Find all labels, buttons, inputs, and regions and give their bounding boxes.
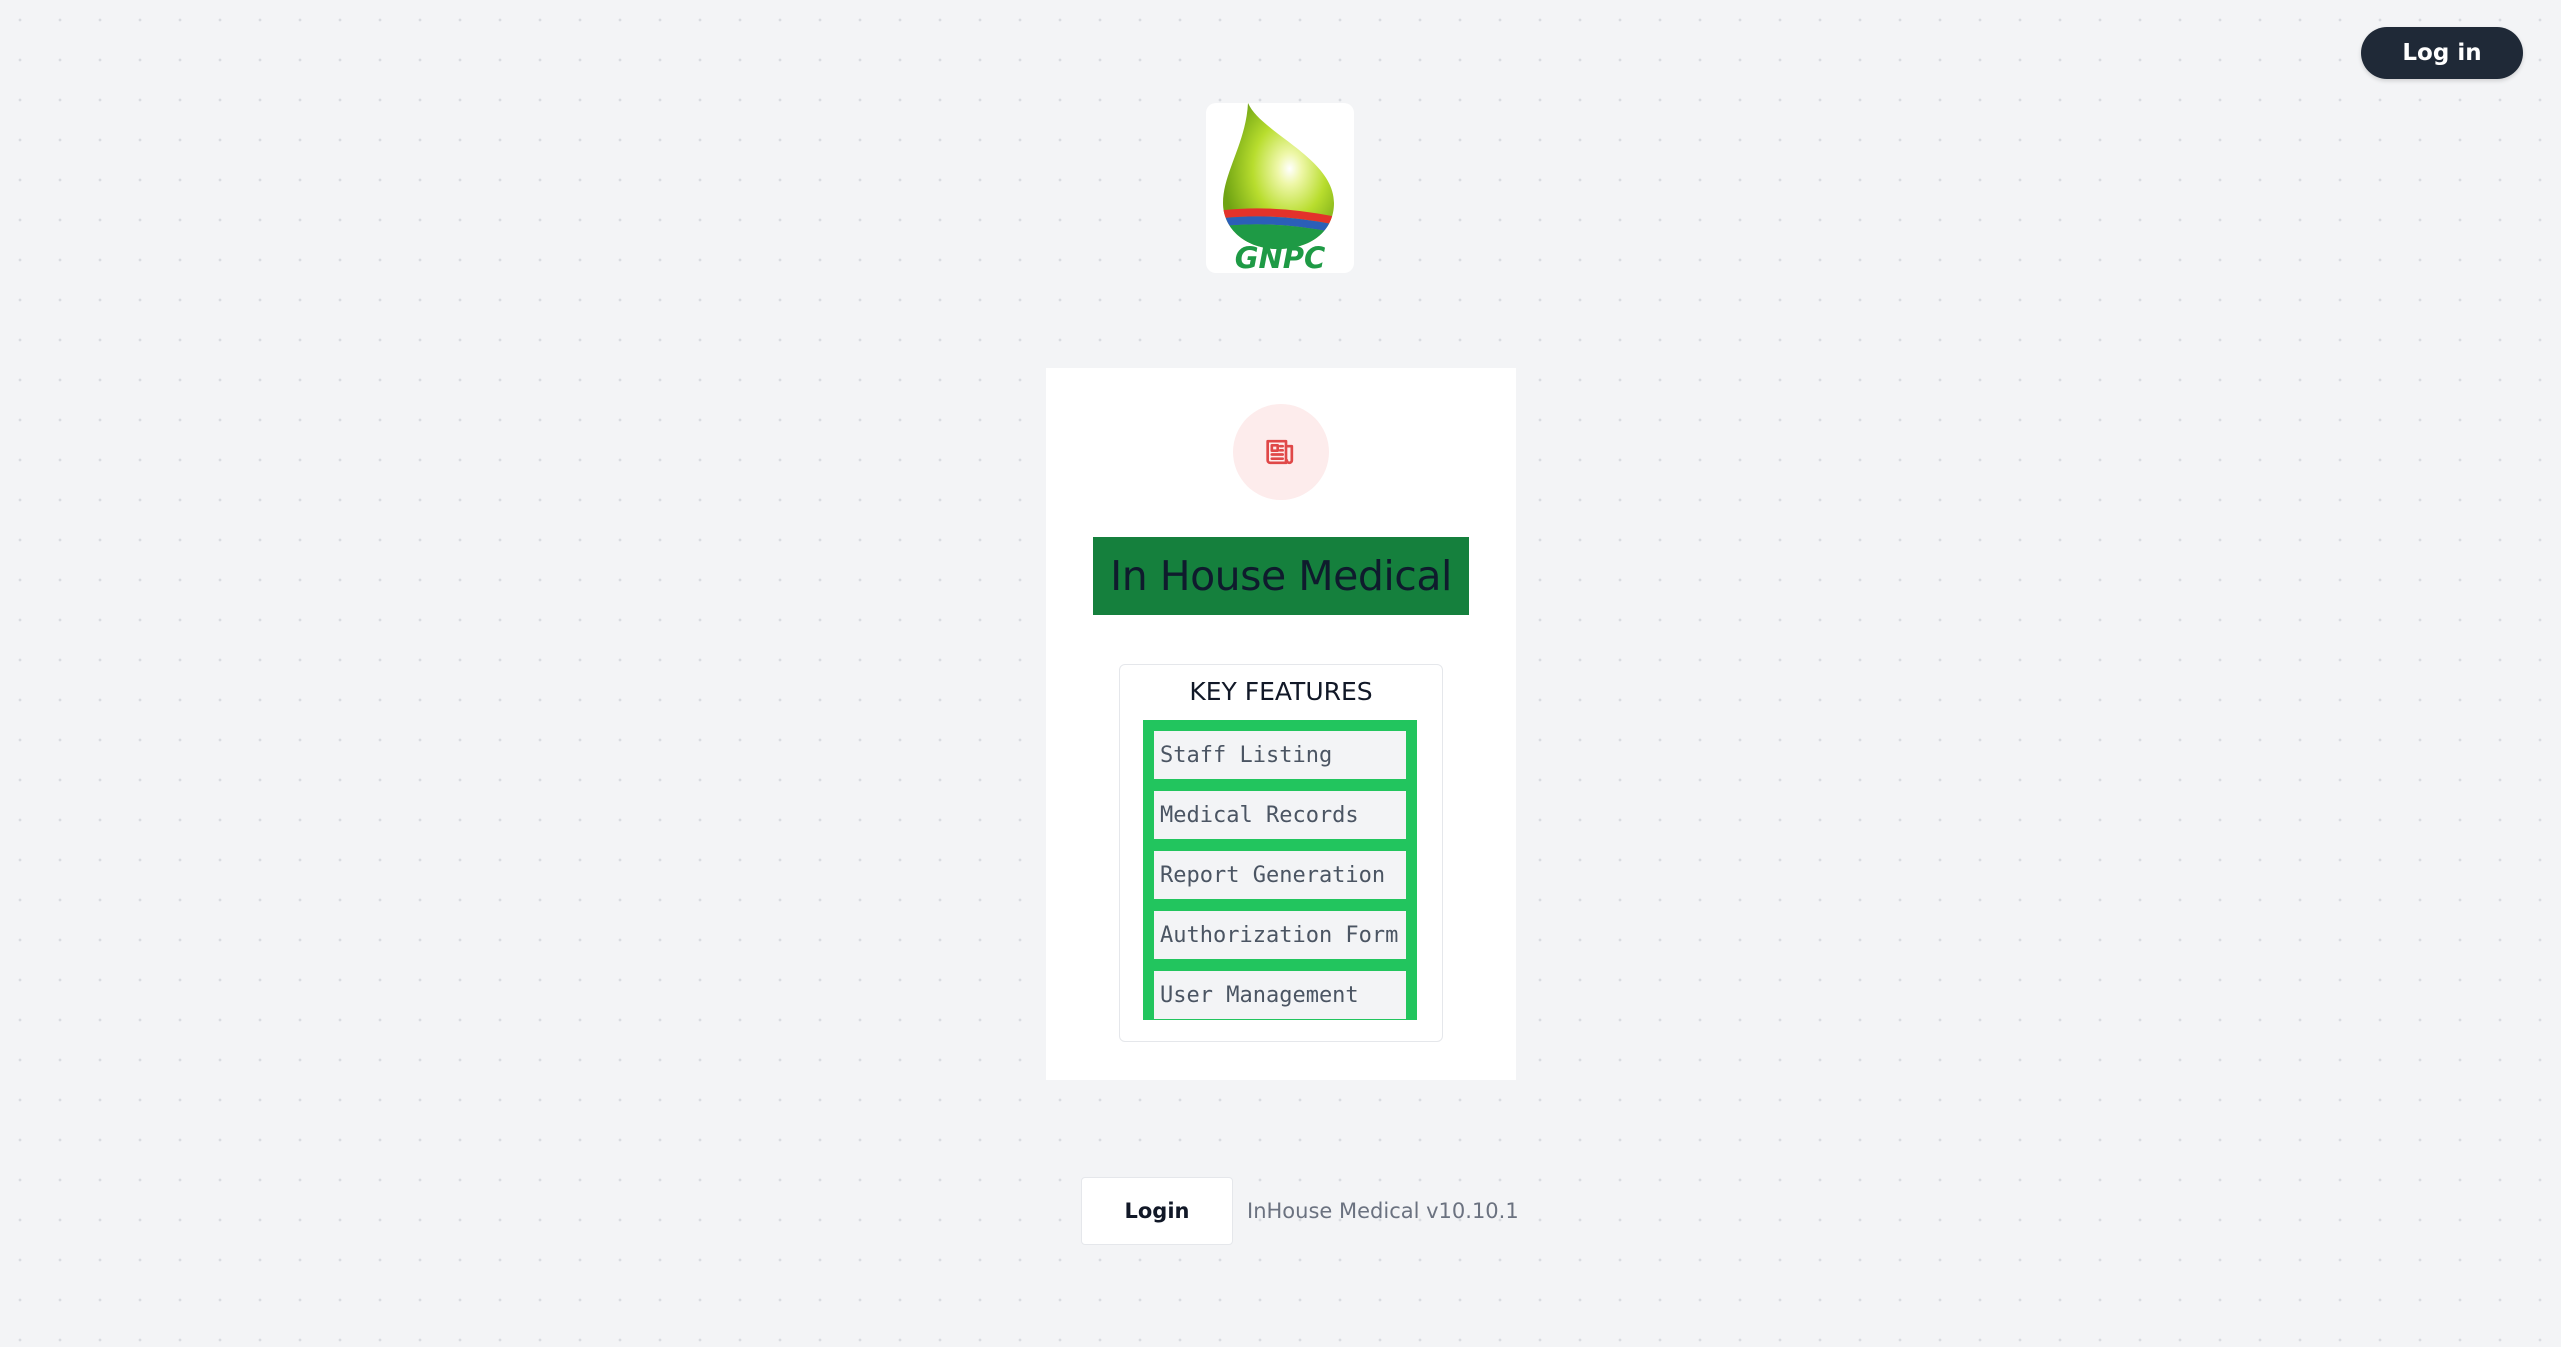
feature-item-staff-listing: Staff Listing [1154, 731, 1406, 779]
page-title: In House Medical [1093, 537, 1469, 615]
gnpc-drop-logo-icon: GNPC [1223, 103, 1334, 273]
features-list: Staff Listing Medical Records Report Gen… [1143, 720, 1417, 1020]
key-features-panel: KEY FEATURES Staff Listing Medical Recor… [1119, 664, 1443, 1042]
footer: Login InHouse Medical v10.10.1 [1081, 1176, 1519, 1246]
header-login-button[interactable]: Log in [2361, 27, 2523, 79]
footer-login-button[interactable]: Login [1081, 1177, 1233, 1245]
features-heading: KEY FEATURES [1189, 677, 1373, 706]
gnpc-logo: GNPC [1206, 103, 1354, 273]
feature-item-authorization-form: Authorization Form [1154, 911, 1406, 959]
newspaper-icon [1266, 439, 1294, 465]
feature-item-report-generation: Report Generation [1154, 851, 1406, 899]
app-card: In House Medical KEY FEATURES Staff List… [1046, 368, 1516, 1080]
icon-circle [1233, 404, 1329, 500]
version-text: InHouse Medical v10.10.1 [1247, 1199, 1519, 1223]
feature-item-medical-records: Medical Records [1154, 791, 1406, 839]
feature-item-user-management: User Management [1154, 971, 1406, 1019]
gnpc-wordmark: GNPC [1235, 241, 1326, 273]
